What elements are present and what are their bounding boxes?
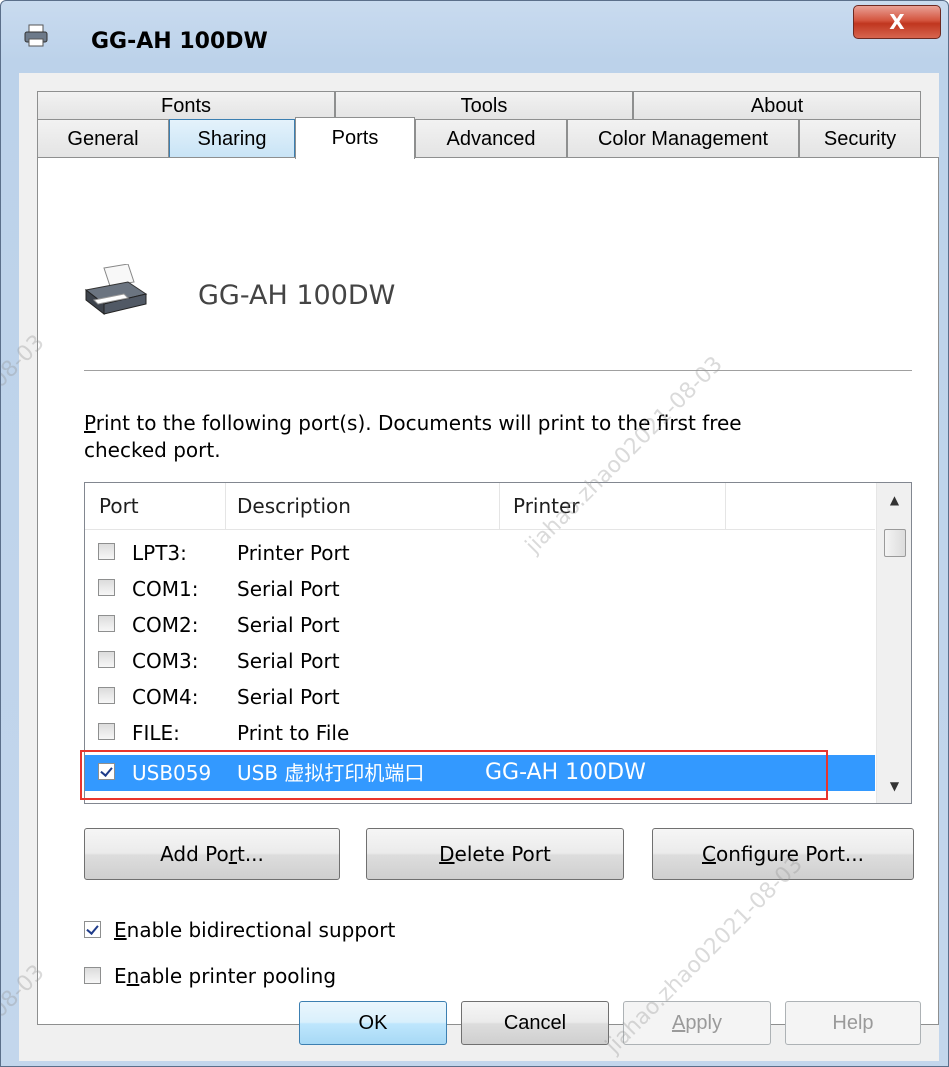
tab-security[interactable]: Security (799, 119, 921, 157)
add-port-label-end: t... (236, 842, 264, 866)
bidirectional-support-label: Enable bidirectional support (114, 916, 395, 944)
port-row-com2[interactable]: COM2: Serial Port (85, 607, 875, 643)
port-row-file[interactable]: FILE: Print to File (85, 715, 875, 751)
column-header-port[interactable]: Port (99, 483, 139, 529)
port-description: Serial Port (237, 649, 340, 673)
scroll-down-arrow-icon[interactable]: ▼ (877, 769, 911, 803)
column-divider[interactable] (725, 483, 726, 529)
tab-sharing[interactable]: Sharing (169, 119, 295, 157)
delete-port-label: elete Port (454, 842, 551, 866)
delete-port-access-key: D (439, 842, 455, 866)
printer-name: GG-AH 100DW (198, 280, 396, 311)
printer-icon (24, 24, 48, 47)
port-name: COM2: (132, 613, 199, 637)
help-button[interactable]: Help (785, 1001, 921, 1045)
bidirectional-access-key: E (114, 918, 127, 942)
tab-advanced[interactable]: Advanced (415, 119, 567, 157)
port-checkbox[interactable] (98, 687, 115, 704)
apply-button[interactable]: Apply (623, 1001, 771, 1045)
tab-color-management[interactable]: Color Management (567, 119, 799, 157)
port-description: Serial Port (237, 577, 340, 601)
add-port-button[interactable]: Add Port... (84, 828, 340, 880)
pooling-access-key: n (126, 964, 140, 988)
ok-button[interactable]: OK (299, 1001, 447, 1045)
port-name: LPT3: (132, 541, 187, 565)
configure-port-access-key: C (701, 842, 716, 866)
printer-device-icon (84, 264, 148, 316)
cancel-button[interactable]: Cancel (461, 1001, 609, 1045)
port-row-com4[interactable]: COM4: Serial Port (85, 679, 875, 715)
title-bar[interactable]: GG-AH 100DW X (1, 1, 948, 81)
bidirectional-support-checkbox[interactable] (84, 921, 101, 938)
dialog-client-area: Fonts Tools About General Sharing Ports … (19, 73, 939, 1061)
port-row-com3[interactable]: COM3: Serial Port (85, 643, 875, 679)
ports-instruction: Print to the following port(s). Document… (84, 410, 824, 464)
bidirectional-text: nable bidirectional support (126, 918, 396, 942)
configure-port-label: onfigure Port... (715, 842, 864, 866)
window-title: GG-AH 100DW (91, 29, 268, 54)
tab-general[interactable]: General (37, 119, 169, 157)
ports-tab-page: GG-AH 100DW Print to the following port(… (37, 157, 939, 1025)
port-description: Printer Port (237, 541, 350, 565)
instruction-text: rint to the following port(s). Documents… (84, 411, 742, 462)
configure-port-button[interactable]: Configure Port... (652, 828, 914, 880)
printer-pooling-option[interactable]: Enable printer pooling (84, 962, 484, 990)
printer-pooling-label: Enable printer pooling (114, 962, 336, 990)
delete-port-button[interactable]: Delete Port (366, 828, 624, 880)
port-name: COM1: (132, 577, 199, 601)
port-description: Print to File (237, 721, 350, 745)
scroll-up-arrow-icon[interactable]: ▲ (877, 483, 911, 517)
column-divider[interactable] (225, 483, 226, 529)
port-checkbox[interactable] (98, 615, 115, 632)
bidirectional-support-option[interactable]: Enable bidirectional support (84, 916, 484, 944)
column-header-printer[interactable]: Printer (513, 483, 580, 529)
tab-tools[interactable]: Tools (335, 91, 633, 119)
port-checkbox[interactable] (98, 723, 115, 740)
scroll-thumb[interactable] (884, 529, 906, 557)
separator (84, 370, 912, 371)
port-name: COM4: (132, 685, 199, 709)
port-checkbox[interactable] (98, 543, 115, 560)
printer-properties-window: GG-AH 100DW X Fonts Tools About General … (0, 0, 949, 1067)
apply-access-key: A (671, 1012, 686, 1034)
port-description: Serial Port (237, 685, 340, 709)
port-checkbox[interactable] (98, 579, 115, 596)
port-row-lpt3[interactable]: LPT3: Printer Port (85, 535, 875, 571)
port-description: Serial Port (237, 613, 340, 637)
apply-label: pply (685, 1012, 723, 1034)
port-row-com1[interactable]: COM1: Serial Port (85, 571, 875, 607)
port-name: COM3: (132, 649, 199, 673)
tab-fonts[interactable]: Fonts (37, 91, 335, 119)
ports-list-scrollbar[interactable]: ▲ ▼ (876, 483, 911, 803)
close-button[interactable]: X (853, 5, 941, 39)
pooling-text: able printer pooling (139, 964, 337, 988)
tab-about[interactable]: About (633, 91, 921, 119)
ports-list-header: Port Description Printer (85, 483, 875, 530)
column-header-description[interactable]: Description (237, 483, 351, 529)
pooling-text-start: E (114, 964, 127, 988)
column-divider[interactable] (499, 483, 500, 529)
printer-pooling-checkbox[interactable] (84, 967, 101, 984)
port-checkbox[interactable] (98, 651, 115, 668)
add-port-access-key: r (228, 842, 237, 866)
instruction-access-key: P (84, 411, 96, 435)
port-name: FILE: (132, 721, 180, 745)
highlight-annotation-box (80, 750, 828, 800)
add-port-label: Add Po (160, 842, 229, 866)
tab-ports[interactable]: Ports (295, 117, 415, 159)
